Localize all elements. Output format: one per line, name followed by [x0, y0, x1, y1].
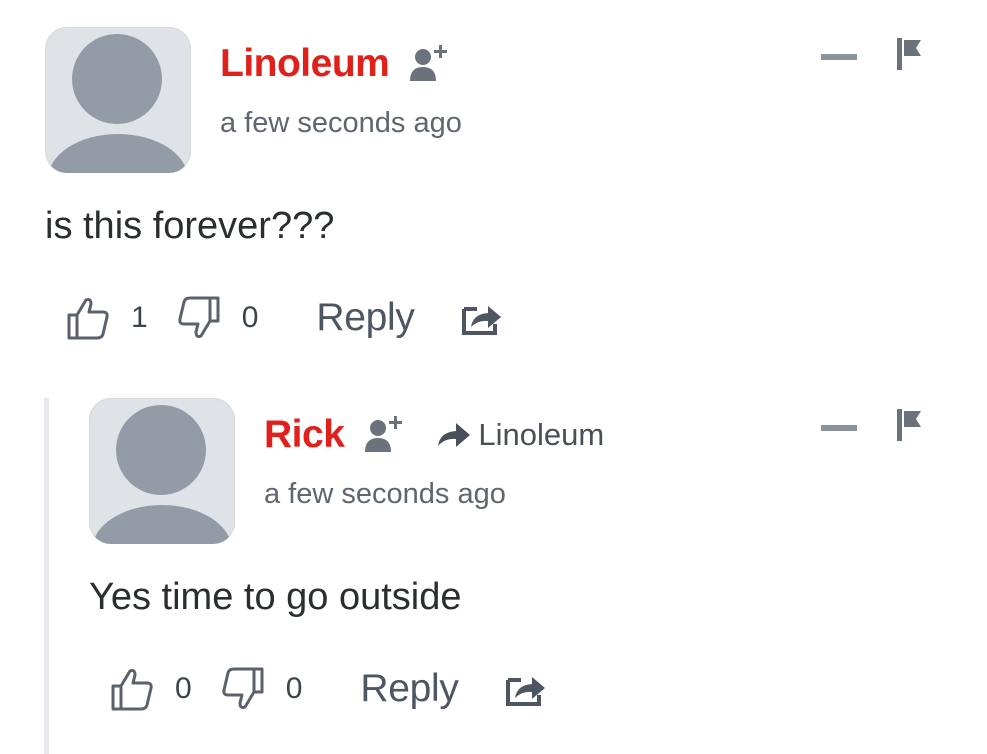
share-icon[interactable] — [505, 671, 549, 707]
avatar[interactable] — [89, 398, 235, 544]
avatar-head — [116, 405, 206, 495]
reply-to-link[interactable]: Linoleum — [436, 417, 604, 453]
minus-icon[interactable] — [821, 53, 857, 61]
comment-text: is this forever??? — [45, 205, 335, 247]
thumbs-up-icon — [67, 298, 109, 340]
downvote-count: 0 — [241, 301, 259, 334]
upvote-button[interactable]: 1 — [65, 295, 148, 341]
user-plus-icon[interactable] — [364, 412, 408, 458]
reply-button[interactable]: Reply — [316, 296, 415, 340]
avatar[interactable] — [45, 27, 191, 173]
downvote-button[interactable]: 0 — [220, 666, 303, 712]
flag-icon[interactable] — [897, 38, 923, 70]
thumbs-down-icon — [178, 296, 220, 338]
comment-actions: 0 0 Reply — [109, 662, 549, 716]
comment-text: Yes time to go outside — [89, 576, 462, 618]
comment-header: Rick Linoleum — [264, 410, 604, 460]
reply-button[interactable]: Reply — [360, 667, 459, 711]
avatar-head — [72, 34, 162, 124]
thumbs-up-icon — [111, 669, 153, 711]
thread-line — [44, 398, 49, 754]
downvote-count: 0 — [285, 672, 303, 705]
avatar-body — [92, 505, 232, 544]
author-name[interactable]: Rick — [264, 413, 345, 457]
timestamp[interactable]: a few seconds ago — [220, 107, 462, 140]
share-icon[interactable] — [461, 300, 505, 336]
author-name[interactable]: Linoleum — [220, 42, 390, 86]
reply-to-name: Linoleum — [478, 417, 605, 452]
upvote-button[interactable]: 0 — [109, 666, 192, 712]
avatar-body — [48, 134, 188, 173]
comment-actions: 1 0 Reply — [65, 291, 505, 345]
upvote-count: 0 — [175, 672, 192, 705]
timestamp[interactable]: a few seconds ago — [264, 478, 506, 511]
flag-icon[interactable] — [897, 409, 923, 441]
comment-header: Linoleum — [220, 39, 453, 89]
upvote-count: 1 — [131, 301, 148, 334]
minus-icon[interactable] — [821, 424, 857, 432]
downvote-button[interactable]: 0 — [176, 295, 259, 341]
user-plus-icon[interactable] — [409, 41, 453, 87]
comment-thread: Linoleum a few seconds ago is this forev… — [0, 0, 987, 754]
arrow-right-icon — [438, 423, 471, 447]
thumbs-down-icon — [222, 667, 264, 709]
